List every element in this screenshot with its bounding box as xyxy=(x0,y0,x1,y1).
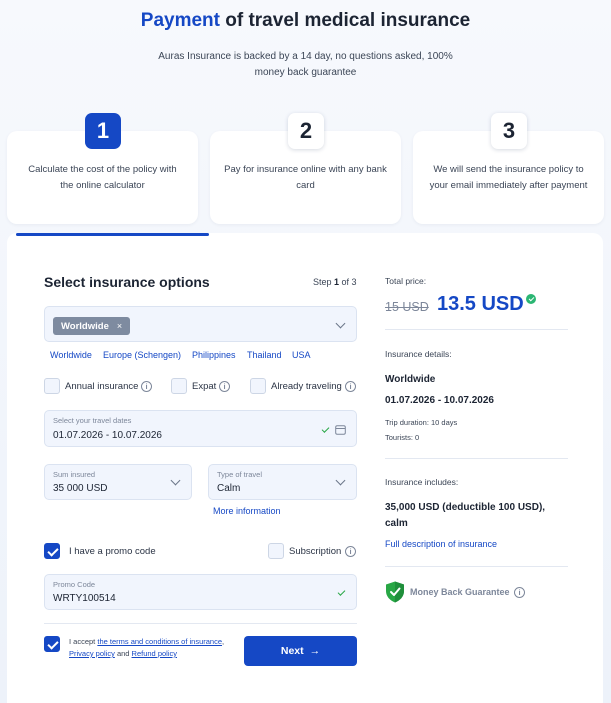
page-subtitle: Auras Insurance is backed by a 14 day, n… xyxy=(158,51,453,78)
promo-code-label: Promo Code xyxy=(53,580,96,589)
quick-link-philippines[interactable]: Philippines xyxy=(192,350,236,360)
title-rest: of travel medical insurance xyxy=(219,10,471,31)
page-title: Payment of travel medical insurance xyxy=(0,10,611,32)
already-traveling-label: Already traveling xyxy=(271,381,342,392)
info-icon[interactable]: i xyxy=(345,381,356,392)
form-heading: Select insurance options xyxy=(44,274,210,290)
already-traveling-checkbox[interactable] xyxy=(250,378,266,394)
title-accent: Payment xyxy=(140,10,220,31)
destination-select[interactable]: Worldwide × xyxy=(44,306,357,342)
chip-remove-icon[interactable]: × xyxy=(117,321,122,331)
next-button[interactable]: Next → xyxy=(244,636,357,666)
step-indicator: Step 1 of 3 xyxy=(313,277,357,287)
travel-dates-value: 01.07.2026 - 10.07.2026 xyxy=(53,430,162,441)
annual-insurance-label: Annual insurance xyxy=(65,381,139,392)
next-button-label: Next xyxy=(280,645,304,657)
sum-insured-value: 35 000 USD xyxy=(53,483,108,494)
quick-link-worldwide[interactable]: Worldwide xyxy=(50,350,92,360)
destination-chip-label: Worldwide xyxy=(61,320,109,332)
step-2-text: Pay for insurance online with any bank c… xyxy=(224,164,387,191)
info-icon[interactable]: i xyxy=(219,381,230,392)
privacy-policy-link[interactable]: Privacy policy xyxy=(69,649,115,658)
sum-insured-select[interactable]: Sum insured 35 000 USD xyxy=(44,464,192,500)
new-price: 13.5 USD xyxy=(437,293,524,315)
check-icon xyxy=(337,588,346,596)
more-information-link[interactable]: More information xyxy=(213,506,281,516)
step-3-text: We will send the insurance policy to you… xyxy=(429,164,588,191)
accept-and: and xyxy=(114,649,132,658)
tourists-count: Tourists: 0 xyxy=(385,433,420,442)
promo-code-checkbox[interactable] xyxy=(44,543,60,559)
travel-dates-label: Select your travel dates xyxy=(53,416,132,425)
expat-checkbox[interactable] xyxy=(171,378,187,394)
travel-type-label: Type of travel xyxy=(217,470,263,479)
step-prefix: Step xyxy=(313,277,335,287)
subscription-checkbox[interactable] xyxy=(268,543,284,559)
refund-policy-link[interactable]: Refund policy xyxy=(132,649,177,658)
sum-insured-label: Sum insured xyxy=(53,470,96,479)
travel-dates-field[interactable]: Select your travel dates 01.07.2026 - 10… xyxy=(44,410,357,447)
trip-duration: Trip duration: 10 days xyxy=(385,418,458,427)
annual-insurance-checkbox[interactable] xyxy=(44,378,60,394)
quick-link-europe[interactable]: Europe (Schengen) xyxy=(103,350,181,360)
check-icon xyxy=(321,425,330,433)
old-price: 15 USD xyxy=(385,300,429,314)
step-1-number: 1 xyxy=(85,113,121,149)
step-3-number: 3 xyxy=(491,113,527,149)
chevron-down-icon xyxy=(170,475,181,486)
step-1-text: Calculate the cost of the policy with th… xyxy=(28,164,177,191)
promo-code-toggle-label: I have a promo code xyxy=(69,546,156,557)
step-suffix: of 3 xyxy=(339,277,357,287)
accept-comma: , xyxy=(222,637,225,646)
summary-divider xyxy=(385,566,568,567)
accept-terms-text: I accept the terms and conditions of ins… xyxy=(69,636,237,660)
info-icon[interactable]: i xyxy=(345,546,356,557)
summary-region: Worldwide xyxy=(385,374,436,385)
insurance-details-label: Insurance details: xyxy=(385,349,452,359)
info-icon[interactable]: i xyxy=(514,587,525,598)
full-description-link[interactable]: Full description of insurance xyxy=(385,539,497,549)
accept-prefix: I accept xyxy=(69,637,98,646)
subscription-label: Subscription xyxy=(289,546,342,557)
shield-check-icon xyxy=(386,581,404,603)
info-icon[interactable]: i xyxy=(141,381,152,392)
step-2-number: 2 xyxy=(288,113,324,149)
summary-divider xyxy=(385,458,568,459)
chevron-down-icon xyxy=(335,318,346,329)
insurance-includes-label: Insurance includes: xyxy=(385,477,459,487)
travel-type-select[interactable]: Type of travel Calm xyxy=(208,464,357,500)
terms-link[interactable]: the terms and conditions of insurance xyxy=(97,637,222,646)
arrow-right-icon: → xyxy=(309,645,321,657)
progress-bar xyxy=(16,233,209,236)
discount-check-icon xyxy=(526,294,536,304)
total-price-label: Total price: xyxy=(385,276,427,286)
money-back-guarantee: Money Back Guarantee xyxy=(410,587,510,597)
destination-chip: Worldwide × xyxy=(53,317,131,335)
accept-terms-checkbox[interactable] xyxy=(44,636,60,652)
summary-dates: 01.07.2026 - 10.07.2026 xyxy=(385,395,494,406)
quick-link-thailand[interactable]: Thailand xyxy=(247,350,282,360)
travel-type-value: Calm xyxy=(217,483,241,494)
form-divider xyxy=(44,623,357,624)
promo-code-value: WRTY100514 xyxy=(53,593,116,604)
calendar-icon[interactable] xyxy=(335,424,346,435)
expat-label: Expat xyxy=(192,381,217,392)
chevron-down-icon xyxy=(335,475,346,486)
summary-divider xyxy=(385,329,568,330)
promo-code-input[interactable]: Promo Code WRTY100514 xyxy=(44,574,357,610)
quick-link-usa[interactable]: USA xyxy=(292,350,311,360)
coverage-text: 35,000 USD (deductible 100 USD), calm xyxy=(385,502,546,529)
